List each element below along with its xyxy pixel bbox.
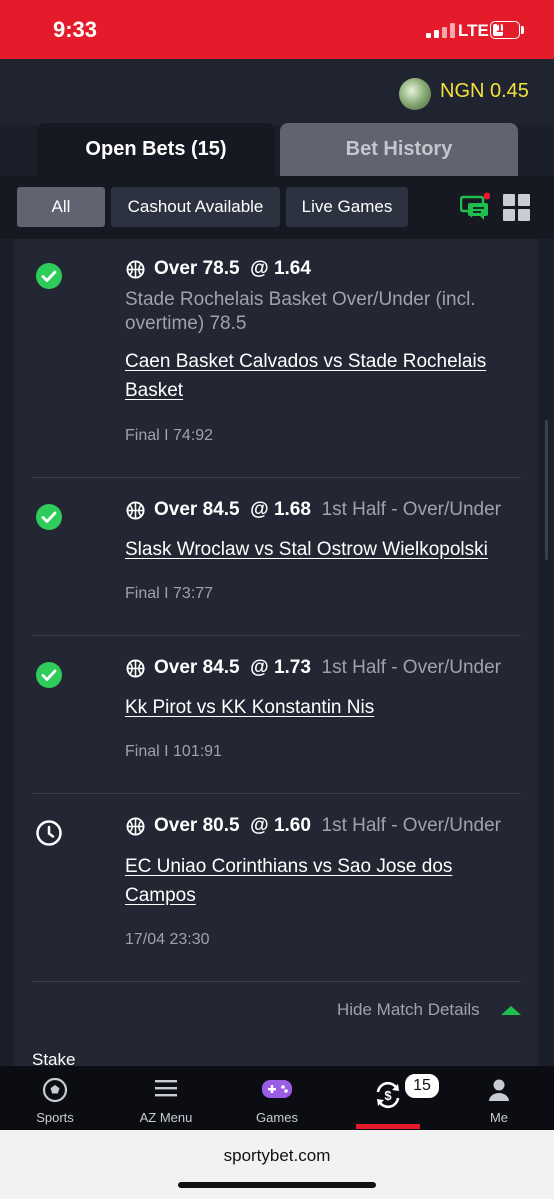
check-circle-icon [36,263,62,289]
bet-selection: Over 84.5 @ 1.68 1st Half - Over/Under [154,499,501,521]
nav-label: Me [489,1110,509,1125]
nav-label: Sports [36,1110,74,1125]
basketball-icon [126,260,145,279]
tab-bet-history[interactable]: Bet History [280,123,518,176]
home-indicator[interactable] [178,1182,376,1188]
nav-label: Games [256,1110,298,1125]
signal-icon [426,23,456,38]
selection-odds: @ 1.60 [250,815,311,836]
chat-bubble-icon[interactable] [460,192,490,222]
gamepad-icon [262,1080,292,1098]
filter-all-button[interactable]: All [17,187,105,227]
match-link[interactable]: Kk Pirot vs KK Konstantin Nis [125,693,520,722]
url-text[interactable]: sportybet.com [0,1146,554,1166]
basketball-icon [126,501,145,520]
nav-az-menu[interactable]: AZ Menu [121,1066,211,1130]
account-balance[interactable]: NGN 0.45 [440,80,529,103]
svg-text:$: $ [384,1088,392,1103]
hide-match-details-button[interactable]: Hide Match Details [337,1000,480,1020]
divider [32,635,521,636]
selection-odds: @ 1.64 [250,258,311,279]
scrollbar[interactable] [545,420,548,560]
selection-name: Over 84.5 [154,657,240,678]
chevron-up-icon[interactable] [501,1006,521,1015]
network-type: LTE [458,21,489,40]
match-result: Final I 74:92 [125,427,214,444]
basketball-icon [126,659,145,678]
check-circle-icon [36,504,62,530]
selection-odds: @ 1.73 [250,657,311,678]
soccer-ball-icon [42,1077,68,1103]
match-result: Final I 101:91 [125,743,222,760]
match-link[interactable]: EC Uniao Corinthians vs Sao Jose dos Cam… [125,852,520,910]
selection-odds: @ 1.68 [250,499,311,520]
nav-games[interactable]: Games [232,1066,322,1130]
selection-name: Over 84.5 [154,499,240,520]
active-tab-indicator [356,1124,420,1129]
market-type: 1st Half - Over/Under [321,815,502,836]
avatar[interactable] [399,78,431,110]
battery-icon: 14 [490,20,520,39]
battery-level: 14 [496,20,511,35]
nav-label: AZ Menu [139,1110,193,1125]
market-type: 1st Half - Over/Under [321,657,502,678]
battery-tip [521,26,524,34]
match-result: Final I 73:77 [125,585,214,602]
clock-icon [36,820,62,846]
status-time: 9:33 [53,17,98,42]
bet-selection: Over 78.5 @ 1.64 [154,258,311,280]
filter-live-games-button[interactable]: Live Games [286,187,408,227]
divider [32,477,521,478]
filter-cashout-button[interactable]: Cashout Available [111,187,280,227]
divider [32,981,521,982]
grid-view-icon[interactable] [503,194,530,221]
bet-selection: Over 84.5 @ 1.73 1st Half - Over/Under [154,657,501,679]
open-bets-count-badge: 15 [403,1072,441,1100]
hamburger-menu-icon [155,1080,177,1097]
selection-name: Over 78.5 [154,258,240,279]
cashout-icon: $ [376,1081,400,1109]
nav-sports[interactable]: Sports [10,1066,100,1130]
basketball-icon [126,817,145,836]
match-link[interactable]: Caen Basket Calvados vs Stade Rochelais … [125,347,520,405]
match-link[interactable]: Slask Wroclaw vs Stal Ostrow Wielkopolsk… [125,535,520,564]
bet-selection: Over 80.5 @ 1.60 1st Half - Over/Under [154,815,501,837]
user-icon [489,1079,509,1101]
divider [32,793,521,794]
market-type: 1st Half - Over/Under [321,499,502,520]
check-circle-icon [36,662,62,688]
tab-open-bets[interactable]: Open Bets (15) [37,123,275,176]
bet-market: Stade Rochelais Basket Over/Under (incl.… [125,289,476,334]
nav-me[interactable]: Me [454,1066,544,1130]
match-kickoff: 17/04 23:30 [125,931,210,948]
selection-name: Over 80.5 [154,815,240,836]
